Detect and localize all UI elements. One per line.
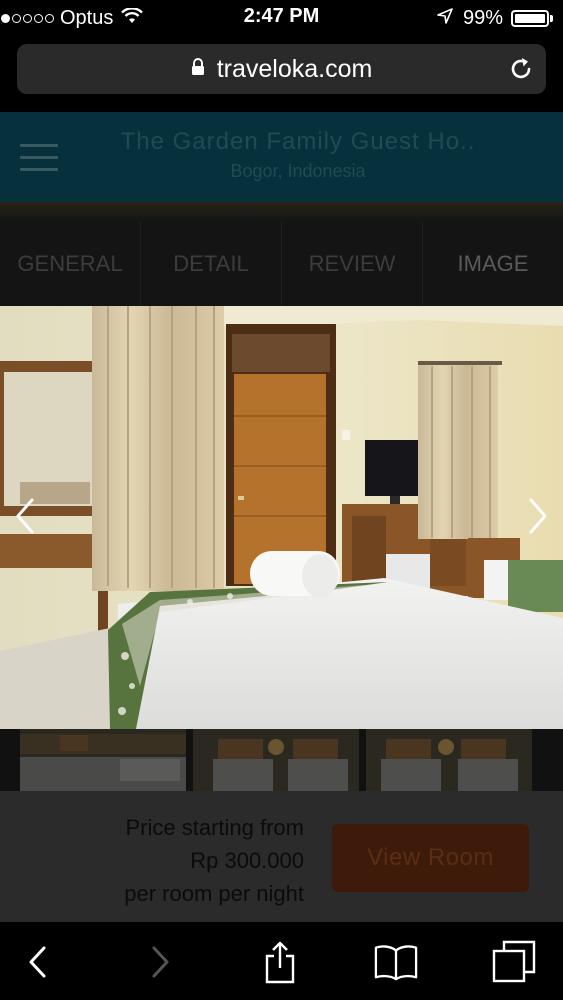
forward-icon[interactable] xyxy=(138,940,182,984)
thumbnail-2[interactable] xyxy=(193,729,359,791)
header-image-strip xyxy=(0,202,563,222)
price-unit: per room per night xyxy=(124,881,304,906)
tab-image[interactable]: IMAGE xyxy=(423,222,563,306)
battery-percent: 99% xyxy=(462,6,503,29)
status-right: 99% xyxy=(437,5,553,31)
wifi-icon xyxy=(121,6,144,29)
chevron-right-icon[interactable] xyxy=(525,496,551,536)
tabs-icon[interactable] xyxy=(492,940,536,984)
price-bar: Price starting from Rp 300.000 per room … xyxy=(0,791,563,922)
status-bar: Optus 2:47 PM 99% xyxy=(0,0,563,36)
browser-toolbar xyxy=(0,922,563,1000)
signal-strength-icon xyxy=(1,13,56,23)
tab-review[interactable]: REVIEW xyxy=(282,222,423,306)
status-left: Optus xyxy=(0,5,144,31)
battery-tip xyxy=(550,14,553,22)
url-text[interactable]: traveloka.com xyxy=(217,55,373,84)
chevron-left-icon[interactable] xyxy=(12,496,38,536)
battery-fill xyxy=(515,13,545,23)
carrier-name: Optus xyxy=(60,6,114,29)
hotel-room-photo[interactable] xyxy=(0,306,563,729)
price-amount: Rp 300.000 xyxy=(190,848,304,873)
hotel-header: The Garden Family Guest Ho.. Bogor, Indo… xyxy=(0,112,563,202)
battery-icon xyxy=(511,9,549,27)
tab-bar: GENERAL DETAIL REVIEW IMAGE xyxy=(0,222,563,306)
tab-detail[interactable]: DETAIL xyxy=(141,222,282,306)
tab-general[interactable]: GENERAL xyxy=(0,222,141,306)
thumbnail-1[interactable] xyxy=(20,729,186,791)
hotel-location: Bogor, Indonesia xyxy=(230,161,366,181)
thumbnail-3[interactable] xyxy=(366,729,532,791)
price-label: Price starting from xyxy=(125,815,305,840)
browser-address-area: traveloka.com xyxy=(0,36,563,112)
lock-icon xyxy=(191,57,205,81)
thumbnail-strip xyxy=(0,729,563,791)
reload-icon[interactable] xyxy=(508,56,534,87)
address-bar[interactable]: traveloka.com xyxy=(17,44,546,94)
view-room-button[interactable]: View Room xyxy=(332,824,529,892)
back-icon[interactable] xyxy=(16,940,60,984)
hotel-title: The Garden Family Guest Ho.. xyxy=(120,128,476,155)
price-info: Price starting from Rp 300.000 per room … xyxy=(40,811,304,910)
location-arrow-icon xyxy=(437,7,453,29)
bookmarks-icon[interactable] xyxy=(374,940,418,984)
share-icon[interactable] xyxy=(258,940,302,984)
hamburger-icon[interactable] xyxy=(20,144,58,180)
